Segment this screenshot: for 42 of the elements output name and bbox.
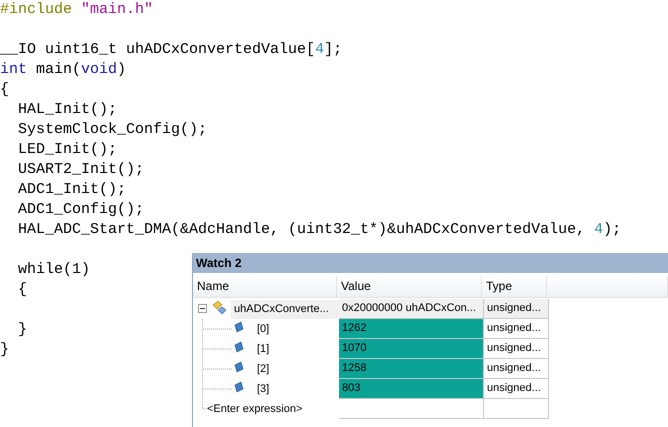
column-header[interactable]: Name (193, 276, 337, 297)
value-cell: 803 (339, 379, 484, 399)
code-line: __IO uint16_t uhADCxConvertedValue[4]; (0, 40, 342, 60)
code-line: #include "main.h" (0, 0, 154, 20)
diamond-icon (234, 382, 244, 392)
column-header[interactable]: Value (337, 276, 482, 297)
code-line: { (17, 280, 28, 300)
type-cell: unsigned... (484, 319, 549, 339)
panel-title: Watch 2 (193, 253, 668, 273)
type-cell: unsigned... (484, 299, 549, 319)
diamond-icon (234, 362, 244, 372)
element-name[interactable]: [2] (255, 360, 270, 378)
code-line: USART2_Init(); (17, 160, 144, 180)
diamond-icon (234, 342, 244, 352)
expression-input[interactable]: <Enter expression> (207, 400, 302, 418)
variable-icon (212, 300, 226, 314)
code-line: HAL_ADC_Start_DMA(&AdcHandle, (uint32_t*)&uhADCxConvertedValue, 4); (17, 220, 622, 240)
code-line: HAL_Init(); (17, 100, 118, 120)
code-line: } (17, 320, 28, 340)
diamond-icon (234, 322, 244, 332)
element-name[interactable]: [0] (255, 320, 270, 338)
value-cell: 0x20000000 uhADCxCon... (339, 299, 484, 319)
element-name[interactable]: [1] (255, 340, 270, 358)
value-cell: 1262 (339, 319, 484, 339)
code-line: ADC1_Config(); (17, 200, 144, 220)
code-line: int main(void) (0, 60, 126, 80)
type-cell: unsigned... (484, 379, 549, 399)
code-line: SystemClock_Config(); (17, 120, 208, 140)
column-header[interactable]: Type (482, 276, 547, 297)
code-line: while(1) (17, 260, 90, 280)
empty-cell (484, 399, 549, 419)
value-cell: 1258 (339, 359, 484, 379)
value-cell: 1070 (339, 339, 484, 359)
code-line: { (0, 80, 10, 100)
element-name[interactable]: [3] (255, 380, 270, 398)
code-line: LED_Init(); (17, 140, 118, 160)
type-cell: unsigned... (484, 359, 549, 379)
code-line: ADC1_Init(); (17, 180, 126, 200)
collapse-icon[interactable] (198, 304, 207, 313)
code-line: } (0, 340, 10, 360)
variable-name[interactable]: uhADCxConverte... (231, 300, 339, 318)
type-cell: unsigned... (484, 339, 549, 359)
